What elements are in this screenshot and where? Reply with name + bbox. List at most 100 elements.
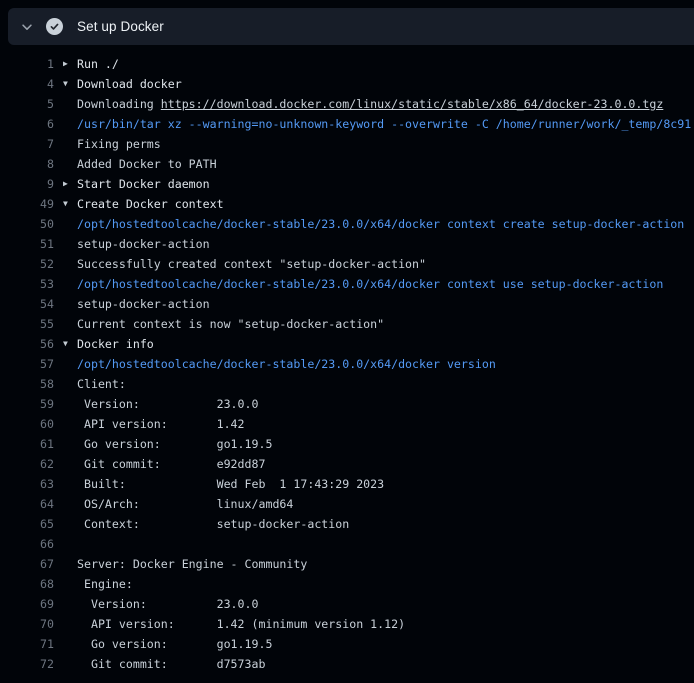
chevron-down-icon[interactable] — [12, 8, 42, 45]
log-line-text: Server: Docker Engine - Community — [77, 554, 307, 574]
check-circle-icon — [46, 18, 63, 35]
log-line-content: Git commit: d7573ab — [63, 654, 694, 674]
log-line-content: Built: Wed Feb 1 17:43:29 2023 — [63, 474, 694, 494]
log-group-row[interactable]: 9 ▶Start Docker daemon — [0, 174, 694, 194]
disclosure-triangle-icon[interactable]: ▶ — [63, 54, 77, 74]
log-line-text: Go version: go1.19.5 — [77, 434, 272, 454]
line-number[interactable]: 58 — [0, 374, 54, 394]
log-line-text: Fixing perms — [77, 134, 161, 154]
log-line-content: Git commit: e92dd87 — [63, 454, 694, 474]
log-line-content: ▼Create Docker context — [63, 194, 694, 214]
line-number[interactable]: 7 — [0, 134, 54, 154]
log-line-content: setup-docker-action — [63, 234, 694, 254]
log-line: 72 Git commit: d7573ab — [0, 654, 694, 674]
line-number[interactable]: 62 — [0, 454, 54, 474]
log-line: 51 setup-docker-action — [0, 234, 694, 254]
log-group-row[interactable]: 56 ▼Docker info — [0, 334, 694, 354]
log-line: 70 API version: 1.42 (minimum version 1.… — [0, 614, 694, 634]
log-line-text: Version: 23.0.0 — [77, 394, 258, 414]
log-line-text: Create Docker context — [77, 194, 224, 214]
line-number[interactable]: 71 — [0, 634, 54, 654]
log-line: 54 setup-docker-action — [0, 294, 694, 314]
disclosure-triangle-icon[interactable]: ▼ — [63, 194, 77, 214]
log-line: 59 Version: 23.0.0 — [0, 394, 694, 414]
line-number[interactable]: 4 — [0, 74, 54, 94]
log-line: 68 Engine: — [0, 574, 694, 594]
line-number[interactable]: 66 — [0, 534, 54, 554]
log-line-content: /opt/hostedtoolcache/docker-stable/23.0.… — [63, 214, 694, 234]
line-number[interactable]: 67 — [0, 554, 54, 574]
log-line-content: ▼Download docker — [63, 74, 694, 94]
line-number[interactable]: 8 — [0, 154, 54, 174]
line-number[interactable]: 65 — [0, 514, 54, 534]
log-line-content: Go version: go1.19.5 — [63, 634, 694, 654]
disclosure-triangle-icon[interactable]: ▼ — [63, 74, 77, 94]
log-line: 7 Fixing perms — [0, 134, 694, 154]
log-line-content: /usr/bin/tar xz --warning=no-unknown-key… — [63, 114, 694, 134]
log-line-text: Start Docker daemon — [77, 174, 210, 194]
log-line: 53 /opt/hostedtoolcache/docker-stable/23… — [0, 274, 694, 294]
line-number[interactable]: 64 — [0, 494, 54, 514]
line-number[interactable]: 60 — [0, 414, 54, 434]
log-group-row[interactable]: 4 ▼Download docker — [0, 74, 694, 94]
line-number[interactable]: 56 — [0, 334, 54, 354]
line-number[interactable]: 5 — [0, 94, 54, 114]
line-number[interactable]: 9 — [0, 174, 54, 194]
log-line-text: /opt/hostedtoolcache/docker-stable/23.0.… — [77, 354, 496, 374]
log-lines: 1 ▶Run ./ 4 ▼Download docker 5 Downloadi… — [0, 54, 694, 674]
step-title: Set up Docker — [77, 19, 164, 34]
disclosure-triangle-icon[interactable]: ▶ — [63, 174, 77, 194]
log-line: 63 Built: Wed Feb 1 17:43:29 2023 — [0, 474, 694, 494]
log-line-text: Engine: — [77, 574, 133, 594]
line-number[interactable]: 54 — [0, 294, 54, 314]
log-line: 55 Current context is now "setup-docker-… — [0, 314, 694, 334]
log-line: 52 Successfully created context "setup-d… — [0, 254, 694, 274]
disclosure-triangle-icon[interactable]: ▼ — [63, 334, 77, 354]
line-number[interactable]: 52 — [0, 254, 54, 274]
log-line-text: Download docker — [77, 74, 182, 94]
log-line-content: OS/Arch: linux/amd64 — [63, 494, 694, 514]
log-line-text: Run ./ — [77, 54, 119, 74]
log-line-content: Context: setup-docker-action — [63, 514, 694, 534]
log-line-text: /opt/hostedtoolcache/docker-stable/23.0.… — [77, 214, 684, 234]
log-line-content: Successfully created context "setup-dock… — [63, 254, 694, 274]
line-number[interactable]: 57 — [0, 354, 54, 374]
log-line-text: Go version: go1.19.5 — [77, 634, 272, 654]
line-number[interactable]: 53 — [0, 274, 54, 294]
line-number[interactable]: 55 — [0, 314, 54, 334]
line-number[interactable]: 70 — [0, 614, 54, 634]
line-number[interactable]: 69 — [0, 594, 54, 614]
line-number[interactable]: 68 — [0, 574, 54, 594]
line-number[interactable]: 49 — [0, 194, 54, 214]
line-number[interactable]: 6 — [0, 114, 54, 134]
log-line: 57 /opt/hostedtoolcache/docker-stable/23… — [0, 354, 694, 374]
log-line-content: Go version: go1.19.5 — [63, 434, 694, 454]
log-line-text: Successfully created context "setup-dock… — [77, 254, 426, 274]
line-number[interactable]: 72 — [0, 654, 54, 674]
log-line: 65 Context: setup-docker-action — [0, 514, 694, 534]
log-line-text: Built: Wed Feb 1 17:43:29 2023 — [77, 474, 384, 494]
log-line-content: Fixing perms — [63, 134, 694, 154]
log-line: 50 /opt/hostedtoolcache/docker-stable/23… — [0, 214, 694, 234]
log-line: 62 Git commit: e92dd87 — [0, 454, 694, 474]
line-number[interactable]: 61 — [0, 434, 54, 454]
line-number[interactable]: 51 — [0, 234, 54, 254]
log-line-content: Engine: — [63, 574, 694, 594]
log-line-text: Context: setup-docker-action — [77, 514, 349, 534]
log-group-row[interactable]: 49 ▼Create Docker context — [0, 194, 694, 214]
log-line-text: Client: — [77, 374, 126, 394]
log-line-content: Client: — [63, 374, 694, 394]
log-line: 58 Client: — [0, 374, 694, 394]
line-number[interactable]: 59 — [0, 394, 54, 414]
log-line: 60 API version: 1.42 — [0, 414, 694, 434]
line-number[interactable]: 50 — [0, 214, 54, 234]
log-line-content: Current context is now "setup-docker-act… — [63, 314, 694, 334]
log-link[interactable]: https://download.docker.com/linux/static… — [161, 94, 664, 114]
log-line-text: /usr/bin/tar xz --warning=no-unknown-key… — [77, 114, 691, 134]
line-number[interactable]: 63 — [0, 474, 54, 494]
log-group-row[interactable]: 1 ▶Run ./ — [0, 54, 694, 74]
log-line-content: /opt/hostedtoolcache/docker-stable/23.0.… — [63, 354, 694, 374]
log-line-content: ▼Docker info — [63, 334, 694, 354]
step-header[interactable]: Set up Docker — [8, 8, 694, 45]
line-number[interactable]: 1 — [0, 54, 54, 74]
